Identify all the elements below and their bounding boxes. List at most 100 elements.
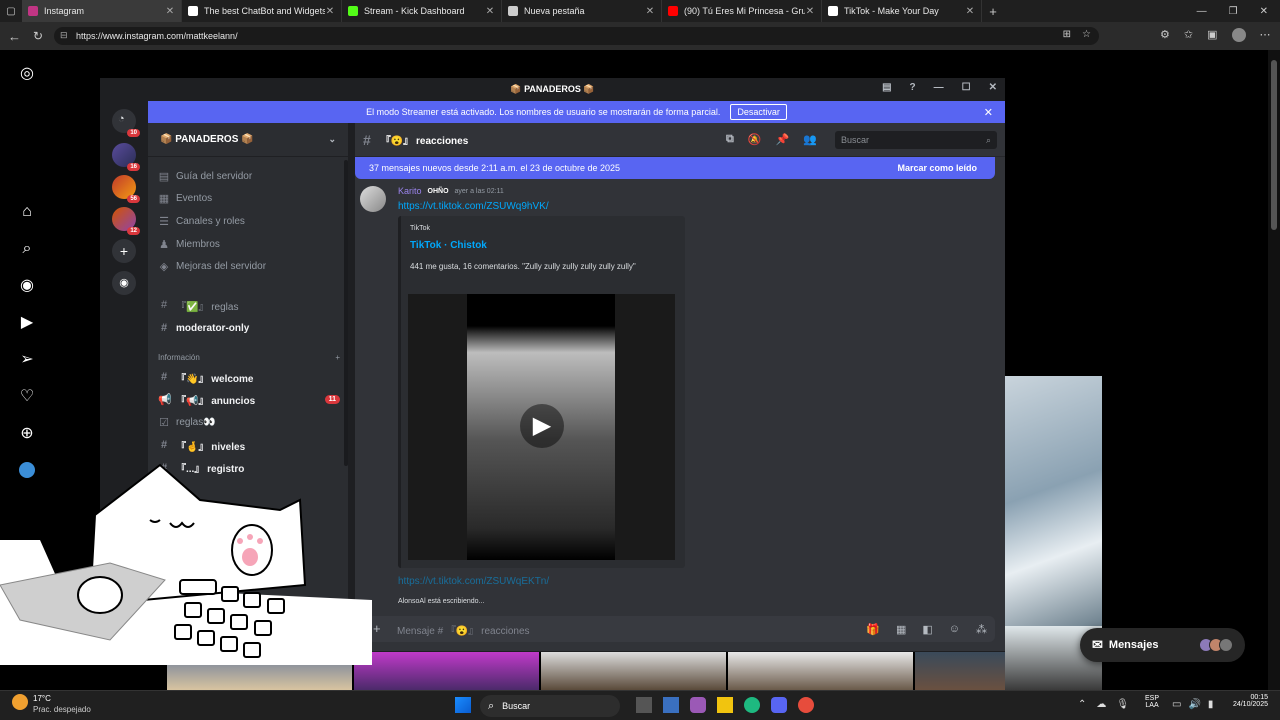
create-icon[interactable]: ⊕ bbox=[17, 424, 37, 444]
tab-close-icon[interactable]: ✕ bbox=[485, 6, 495, 17]
clock[interactable]: 00:15 24/10/2025 bbox=[1222, 694, 1268, 708]
chevron-down-icon[interactable]: ⌄ bbox=[328, 134, 336, 145]
apps-icon[interactable]: ⁂ bbox=[976, 623, 987, 636]
help-icon[interactable]: ? bbox=[910, 82, 916, 93]
message-link-2[interactable]: https://vt.tiktok.com/ZSUWqEKTn/ bbox=[398, 576, 549, 587]
gif-icon[interactable]: ▦ bbox=[896, 623, 906, 636]
gift-icon[interactable]: 🎁 bbox=[866, 623, 880, 636]
new-tab-button[interactable]: + bbox=[982, 4, 1004, 19]
search-icon[interactable]: ⌕ bbox=[17, 239, 37, 259]
embed-title[interactable]: TikTok · Chistok bbox=[410, 240, 487, 251]
app-icon[interactable] bbox=[798, 697, 814, 713]
messages-button[interactable]: ✉ Mensajes bbox=[1080, 628, 1245, 662]
video-player[interactable]: ▶ bbox=[408, 294, 675, 560]
direct-messages-button[interactable]: ◔ 10 bbox=[112, 109, 140, 137]
close-banner-icon[interactable]: ✕ bbox=[984, 106, 993, 119]
server-menu-item[interactable]: ▤ Guía del servidor bbox=[158, 166, 340, 186]
channel-item[interactable]: # moderator-only bbox=[158, 318, 340, 338]
profile-avatar[interactable] bbox=[1231, 28, 1246, 42]
search-input[interactable]: Buscar ⌕ bbox=[835, 131, 997, 149]
mic-icon[interactable]: 🎙 bbox=[1116, 699, 1129, 710]
post-thumbnail[interactable] bbox=[728, 652, 915, 690]
members-icon[interactable]: 👥 bbox=[803, 133, 817, 146]
edge-icon[interactable] bbox=[744, 697, 760, 713]
tab-close-icon[interactable]: ✕ bbox=[645, 6, 655, 17]
discover-icon[interactable]: ◉ bbox=[112, 271, 136, 295]
minimize-icon[interactable]: — bbox=[1197, 6, 1207, 17]
message-input[interactable]: + Mensaje # 『😮』 reacciones 🎁 ▦ ◧ ☺ ⁂ bbox=[367, 616, 995, 642]
post-thumbnail[interactable] bbox=[354, 652, 541, 690]
reload-icon[interactable]: ↻ bbox=[33, 29, 43, 43]
close-window-icon[interactable]: ✕ bbox=[1260, 6, 1268, 17]
server-menu-item[interactable]: ☰ Canales y roles bbox=[158, 211, 340, 231]
add-channel-icon[interactable]: + bbox=[335, 353, 340, 362]
taskbar-search[interactable]: ⌕ Buscar bbox=[480, 695, 620, 717]
browser-tab[interactable]: Stream - Kick Dashboard ✕ bbox=[342, 0, 502, 22]
channel-item[interactable]: # 『🤞』 niveles bbox=[158, 435, 340, 455]
server-menu-item[interactable]: ▦ Eventos bbox=[158, 189, 340, 209]
tray-chevron-icon[interactable]: ⌃ bbox=[1078, 699, 1086, 710]
sticker-icon[interactable]: ◧ bbox=[922, 623, 932, 636]
reels-icon[interactable]: ▶ bbox=[17, 313, 37, 333]
server-icon[interactable]: 16 bbox=[112, 143, 140, 171]
store-icon[interactable] bbox=[663, 697, 679, 713]
page-scrollbar[interactable] bbox=[1268, 50, 1280, 690]
message-link[interactable]: https://vt.tiktok.com/ZSUWq9hVK/ bbox=[398, 201, 549, 212]
task-view-icon[interactable] bbox=[636, 697, 652, 713]
add-attachment-icon[interactable]: + bbox=[373, 621, 381, 636]
collections-icon[interactable]: ▣ bbox=[1207, 28, 1217, 42]
maximize-icon[interactable]: ☐ bbox=[962, 82, 971, 93]
tab-close-icon[interactable]: ✕ bbox=[325, 6, 335, 17]
onedrive-icon[interactable]: ☁ bbox=[1096, 699, 1106, 710]
read-mode-icon[interactable]: ⊞ bbox=[1063, 29, 1071, 40]
pin-icon[interactable]: 📌 bbox=[776, 133, 790, 146]
minimize-icon[interactable]: — bbox=[934, 82, 944, 93]
add-server-button[interactable]: + bbox=[112, 239, 136, 263]
server-icon[interactable]: 56 bbox=[112, 175, 140, 203]
server-icon[interactable]: 12 bbox=[112, 207, 140, 235]
extensions-icon[interactable]: ⚙ bbox=[1160, 28, 1170, 42]
restore-icon[interactable]: ❐ bbox=[1229, 6, 1238, 17]
notifications-icon[interactable]: ♡ bbox=[17, 387, 37, 407]
channel-item[interactable]: # 『👋』 welcome bbox=[158, 367, 340, 387]
browser-tab[interactable]: (90) Tú Eres Mi Princesa - Grupo ✕ bbox=[662, 0, 822, 22]
menu-icon[interactable]: ⋯ bbox=[1260, 28, 1271, 42]
channel-item[interactable]: # 『✅』 reglas bbox=[158, 295, 340, 315]
discord-icon[interactable] bbox=[771, 697, 787, 713]
address-bar[interactable]: ⊟ https://www.instagram.com/mattkeelann/… bbox=[54, 27, 1099, 45]
avatar[interactable] bbox=[360, 186, 386, 212]
explore-icon[interactable]: ◉ bbox=[17, 276, 37, 296]
new-messages-bar[interactable]: 37 mensajes nuevos desde 2:11 a.m. el 23… bbox=[355, 157, 995, 179]
language-indicator[interactable]: ESP LAA bbox=[1145, 695, 1159, 709]
browser-tab[interactable]: Instagram ✕ bbox=[22, 0, 182, 22]
close-icon[interactable]: ✕ bbox=[989, 82, 997, 93]
channel-category[interactable]: Información + bbox=[158, 353, 340, 362]
favorite-star-icon[interactable]: ☆ bbox=[1082, 29, 1091, 40]
messages-icon[interactable]: ➢ bbox=[17, 350, 37, 370]
server-header[interactable]: 📦 PANADEROS 📦 ⌄ bbox=[148, 123, 348, 157]
instagram-logo-icon[interactable]: ◎ bbox=[17, 64, 37, 84]
inbox-icon[interactable]: ▤ bbox=[882, 82, 891, 93]
mark-read-button[interactable]: Marcar como leído bbox=[897, 163, 977, 173]
weather-temp[interactable]: 17°C bbox=[33, 694, 51, 703]
server-menu-item[interactable]: ♟ Miembros bbox=[158, 234, 340, 254]
disable-streamer-button[interactable]: Desactivar bbox=[730, 104, 787, 120]
volume-icon[interactable]: 🔊 bbox=[1188, 699, 1200, 710]
server-menu-item[interactable]: ◈ Mejoras del servidor bbox=[158, 257, 340, 277]
channel-item[interactable]: 📢 『📢』 anuncios 11 bbox=[158, 390, 340, 410]
emoji-icon[interactable]: ☺ bbox=[949, 623, 960, 636]
post-thumbnail[interactable] bbox=[541, 652, 728, 690]
tab-close-icon[interactable]: ✕ bbox=[165, 6, 175, 17]
monitor-icon[interactable]: ▭ bbox=[1172, 699, 1181, 710]
favorites-icon[interactable]: ✩ bbox=[1184, 28, 1193, 42]
notifications-icon[interactable]: 🔕 bbox=[748, 133, 762, 146]
weather-icon[interactable] bbox=[12, 694, 28, 710]
message-author[interactable]: Karito bbox=[398, 186, 422, 196]
channel-scrollbar[interactable] bbox=[344, 160, 348, 466]
battery-icon[interactable]: ▮ bbox=[1208, 699, 1214, 710]
site-info-icon[interactable]: ⊟ bbox=[60, 30, 68, 41]
home-icon[interactable]: ⌂ bbox=[17, 202, 37, 222]
tab-close-icon[interactable]: ✕ bbox=[805, 6, 815, 17]
threads-icon[interactable]: ⧉ bbox=[726, 133, 734, 146]
copilot-icon[interactable] bbox=[690, 697, 706, 713]
